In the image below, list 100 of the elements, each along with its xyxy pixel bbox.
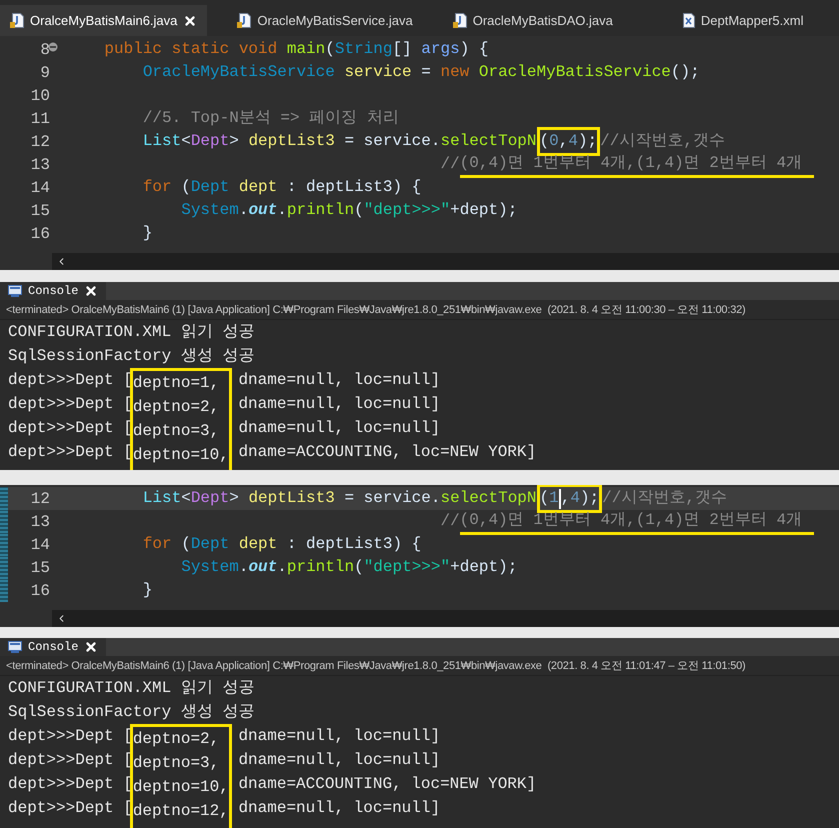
line-number: 8 xyxy=(8,38,52,62)
line-number: 15 xyxy=(30,558,51,578)
code-token: < xyxy=(181,131,191,152)
console-line: CONFIGURATION.XML 읽기 성공 xyxy=(8,322,256,343)
line-number: 9 xyxy=(39,62,51,84)
code-token: > xyxy=(229,131,240,152)
code-token: > xyxy=(229,488,240,509)
java-file-icon xyxy=(10,13,24,28)
code-editor[interactable] xyxy=(0,36,839,270)
console-text: dept>>>Dept [ xyxy=(8,750,133,771)
console-status: <terminated> OralceMyBatisMain6 (1) [Java Application] C:₩Program Files₩Java₩jre1.8.0_251₩bin₩javaw.exe (2021. 8. 4 오전 11:01:47 – 오전 11:01:50) xyxy=(0,656,839,676)
tab-label: OracleMyBatisDAO.java xyxy=(472,12,613,30)
code-token: } xyxy=(142,223,152,244)
code-token: +dept); xyxy=(450,200,518,221)
console-text: dept>>>Dept [ xyxy=(8,442,133,463)
console-tab[interactable]: Console xyxy=(0,638,106,656)
console-text: deptno=2, xyxy=(132,729,220,750)
code-token: ( xyxy=(354,557,364,578)
code-token: for xyxy=(142,534,172,555)
code-token: String xyxy=(334,39,392,60)
console-icon xyxy=(8,285,22,297)
close-icon[interactable] xyxy=(183,14,198,28)
code-token: out xyxy=(248,557,278,578)
java-file-icon xyxy=(452,13,467,28)
collapse-icon[interactable] xyxy=(48,42,58,52)
code-token: args xyxy=(421,39,460,60)
line-number: 12 xyxy=(30,488,51,510)
code-token: //5. Top-N분석 => 페이징 처리 xyxy=(142,108,399,129)
console-text: deptno=1, xyxy=(132,373,220,394)
line-number: 13 xyxy=(30,154,51,176)
code-token: selectTopN xyxy=(440,488,536,509)
code-token: ( xyxy=(325,39,335,60)
code-token: // xyxy=(439,154,460,175)
line-number: 16 xyxy=(30,580,51,602)
code-token: [] xyxy=(392,39,413,60)
console-text: dept>>>Dept [ xyxy=(8,370,133,391)
code-token: , xyxy=(558,131,568,152)
code-token: ); xyxy=(578,131,598,152)
code-token: ); xyxy=(580,488,600,509)
code-token: . xyxy=(238,557,248,578)
code-token: , xyxy=(560,488,570,509)
text-caret xyxy=(558,488,561,508)
code-token: = xyxy=(420,62,432,83)
code-token: 0 xyxy=(549,131,559,152)
console-text: deptno=10, xyxy=(132,777,229,798)
code-token: OracleMyBatisService xyxy=(478,62,671,83)
console-text: dept>>>Dept [ xyxy=(8,774,133,795)
horizontal-scrollbar[interactable] xyxy=(52,253,839,270)
code-token: (0,4)면 1번부터 4개,(1,4)면 2번부터 4개 xyxy=(460,152,802,174)
code-editor[interactable]: 12 List<Dept> deptList3 = service.selectTopN (1,4); //시작번호,갯수 13 //(0,4)면 1번부터 4개,(1,4)면 2번부터 4개 14 for (Dept dept : deptList3) { 15 System.out.println("dept>>>"+dept); 16 } xyxy=(0,485,839,627)
code-token: ( xyxy=(540,131,550,152)
code-token: //시작번호,갯수 xyxy=(600,131,725,152)
editor-tab[interactable]: OralceMyBatisMain6.java xyxy=(0,5,208,36)
console-line: CONFIGURATION.XML 읽기 성공 xyxy=(8,678,256,699)
tab-label: OracleMyBatisService.java xyxy=(257,12,413,30)
code-token: Dept xyxy=(190,131,230,152)
code-token: 4 xyxy=(570,488,580,509)
line-number: 16 xyxy=(30,224,51,244)
console-text: deptno=2, xyxy=(132,397,220,418)
console-text: dname=null, loc=null] xyxy=(237,394,442,415)
console-text: dname=null, loc=null] xyxy=(237,418,442,439)
code-token: println xyxy=(286,557,354,578)
line-number: 13 xyxy=(30,512,51,532)
code-token: deptList3 xyxy=(248,131,335,152)
code-token: . xyxy=(238,200,248,221)
close-icon[interactable] xyxy=(84,284,98,298)
console-text: dept>>>Dept [ xyxy=(8,418,133,439)
horizontal-scrollbar[interactable] xyxy=(52,610,839,627)
line-number: 15 xyxy=(30,200,51,222)
code-token: . xyxy=(277,200,287,221)
console-text: dept>>>Dept [ xyxy=(8,726,133,747)
console-text: deptno=12, xyxy=(132,801,229,822)
line-number: 10 xyxy=(30,86,51,106)
code-token: Dept xyxy=(190,534,230,555)
code-token: out xyxy=(248,200,278,221)
code-token: new xyxy=(440,62,470,83)
code-token: +dept); xyxy=(450,557,518,578)
code-token: (0,4)면 1번부터 4개,(1,4)면 2번부터 4개 xyxy=(460,510,802,530)
code-token: (); xyxy=(670,62,700,83)
tab-label: Console xyxy=(28,639,78,656)
code-token: 1 xyxy=(549,488,559,509)
code-token: service xyxy=(343,62,412,83)
console-text: dname=ACCOUNTING, loc=NEW YORK] xyxy=(237,774,536,795)
console-tab[interactable]: Console xyxy=(0,282,106,300)
code-token: List xyxy=(142,488,182,509)
code-token: ( xyxy=(354,200,364,221)
code-token: selectTopN xyxy=(440,131,536,152)
code-token: deptList3 xyxy=(248,488,335,509)
code-token: for xyxy=(142,177,172,198)
close-icon[interactable] xyxy=(84,640,98,654)
line-number: 12 xyxy=(30,132,51,152)
code-token: = service. xyxy=(343,131,440,152)
console-text: dname=ACCOUNTING, loc=NEW YORK] xyxy=(237,442,536,463)
code-token: ( xyxy=(180,177,191,198)
console-text: deptno=3, xyxy=(132,421,220,442)
code-token: Dept xyxy=(190,177,230,198)
code-token: ( xyxy=(180,534,191,555)
code-token: List xyxy=(142,131,182,152)
code-token: System xyxy=(180,557,239,578)
code-token: : deptList3) { xyxy=(286,177,422,198)
